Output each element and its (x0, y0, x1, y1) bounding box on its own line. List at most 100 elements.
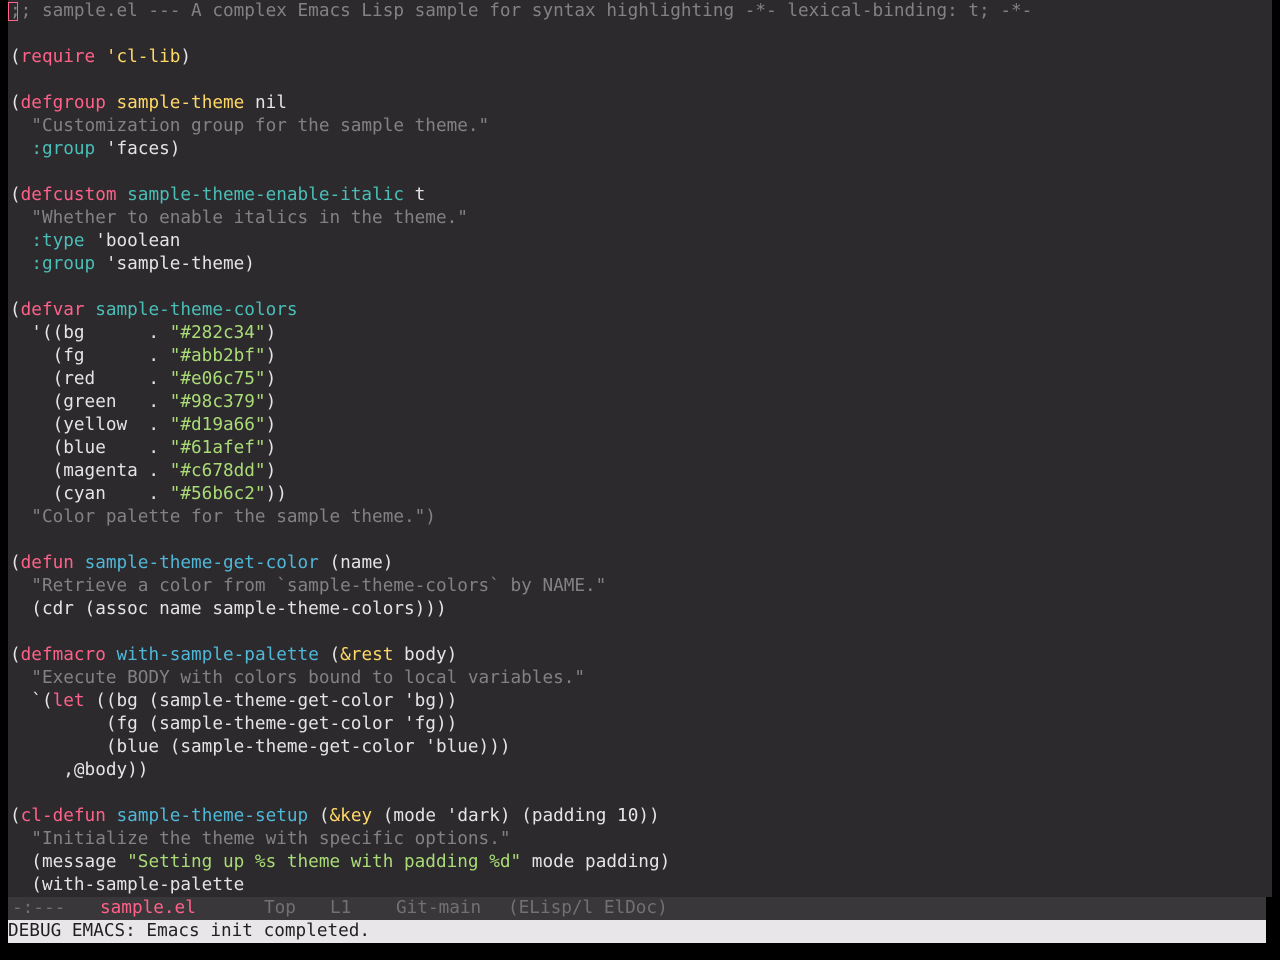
code-token-fg: 'boolean (84, 231, 181, 251)
code-token-keyword: defvar (20, 300, 85, 320)
code-token-fg: ( (10, 645, 21, 665)
code-token-string: "#e06c75" (169, 369, 266, 389)
code-token-fg: ) (180, 47, 192, 67)
right-fringe (1266, 0, 1272, 897)
code-token-fg: ) (265, 346, 277, 366)
code-token-fg: )) (265, 484, 287, 504)
code-line[interactable]: "Initialize the theme with specific opti… (10, 828, 511, 851)
code-line[interactable]: (defgroup sample-theme nil (10, 92, 287, 115)
code-token-fg: 'faces) (95, 139, 181, 159)
code-token-variable: :type (31, 231, 85, 251)
code-line[interactable]: (magenta . "#c678dd") (10, 460, 277, 483)
code-token-fg: (name) (318, 553, 394, 573)
code-line[interactable]: ;; sample.el --- A complex Emacs Lisp sa… (10, 0, 1032, 23)
text-cursor (8, 2, 18, 21)
code-line[interactable]: (defmacro with-sample-palette (&rest bod… (10, 644, 457, 667)
code-line[interactable]: :group 'sample-theme) (10, 253, 255, 276)
code-token-fg: ) (265, 323, 277, 343)
mode-line: -:--- sample.el Top L1 Git-main (ELisp/l… (8, 897, 1266, 920)
code-line[interactable]: (fg (sample-theme-get-color 'fg)) (10, 713, 457, 736)
code-token-fg: ,@body)) (10, 760, 149, 780)
code-token-variable: sample-theme-enable-italic (127, 185, 405, 205)
code-token-keyword: defun (20, 553, 74, 573)
code-token-comment: "Initialize the theme with specific opti… (10, 829, 511, 849)
code-line[interactable]: (cl-defun sample-theme-setup (&key (mode… (10, 805, 660, 828)
code-token-string: "#282c34" (169, 323, 266, 343)
code-token-keyword: defgroup (20, 93, 106, 113)
code-token-function: sample-theme-get-color (84, 553, 319, 573)
code-token-fg: (cyan . (10, 484, 170, 504)
code-token-fg: ( (10, 185, 21, 205)
code-token-fg: ) (265, 415, 277, 435)
code-token-fg: ) (265, 392, 277, 412)
code-line[interactable]: (fg . "#abb2bf") (10, 345, 277, 368)
code-token-fg: ) (265, 461, 277, 481)
code-token-fg (106, 806, 117, 826)
code-token-fg: (with-sample-palette (10, 875, 245, 895)
code-token-fg: ( (318, 645, 341, 665)
code-line[interactable]: (blue (sample-theme-get-color 'blue))) (10, 736, 511, 759)
modeline-buffer-name[interactable]: sample.el (100, 897, 196, 920)
code-line[interactable]: (defcustom sample-theme-enable-italic t (10, 184, 425, 207)
code-token-fg: `( (10, 691, 53, 711)
code-line[interactable]: (cdr (assoc name sample-theme-colors))) (10, 598, 446, 621)
modeline-major-mode[interactable]: (ELisp/l ElDoc) (508, 897, 668, 920)
code-token-fg: (yellow . (10, 415, 170, 435)
code-token-fg: ( (10, 47, 21, 67)
code-line[interactable]: (green . "#98c379") (10, 391, 277, 414)
code-token-keyword: cl-defun (20, 806, 106, 826)
emacs-frame: ;; sample.el --- A complex Emacs Lisp sa… (0, 0, 1280, 960)
code-token-constant: &rest (340, 645, 394, 665)
code-token-fg (10, 231, 31, 251)
modeline-line-number: L1 (330, 898, 352, 918)
code-token-constant: &key (329, 806, 373, 826)
code-line[interactable]: (cyan . "#56b6c2")) (10, 483, 287, 506)
code-line[interactable]: (require 'cl-lib) (10, 46, 191, 69)
code-line[interactable]: '((bg . "#282c34") (10, 322, 276, 345)
code-token-fg: ( (10, 300, 21, 320)
code-token-string: "#61afef" (169, 438, 266, 458)
code-token-fg: nil (244, 93, 287, 113)
code-line[interactable]: (message "Setting up %s theme with paddi… (10, 851, 670, 874)
code-token-keyword: defcustom (20, 185, 117, 205)
code-token-fg: (red . (10, 369, 170, 389)
code-line[interactable]: (yellow . "#d19a66") (10, 414, 277, 437)
code-token-fg: (green . (10, 392, 170, 412)
code-line[interactable]: `(let ((bg (sample-theme-get-color 'bg)) (10, 690, 457, 713)
code-token-comment: "Execute BODY with colors bound to local… (10, 668, 586, 688)
code-token-fg: ) (265, 438, 277, 458)
code-token-fg (10, 139, 31, 159)
code-token-fg: (blue (sample-theme-get-color 'blue))) (10, 737, 511, 757)
code-line[interactable]: (red . "#e06c75") (10, 368, 277, 391)
code-line[interactable]: (defun sample-theme-get-color (name) (10, 552, 393, 575)
code-token-string: "#c678dd" (169, 461, 266, 481)
code-token-fg: t (404, 185, 426, 205)
code-line[interactable]: (with-sample-palette (10, 874, 244, 897)
code-line[interactable]: "Color palette for the sample theme.") (10, 506, 436, 529)
code-token-fg (10, 254, 31, 274)
code-line[interactable]: "Whether to enable italics in the theme.… (10, 207, 468, 230)
code-line[interactable]: :group 'faces) (10, 138, 180, 161)
code-token-fg: ( (308, 806, 330, 826)
echo-area: DEBUG EMACS: Emacs init completed. (8, 920, 1266, 943)
code-token-string: "#abb2bf" (169, 346, 266, 366)
code-token-keyword: let (52, 691, 85, 711)
code-token-fg: '((bg . (10, 323, 170, 343)
code-token-comment: "Color palette for the sample theme.") (10, 507, 436, 527)
modeline-vc-branch[interactable]: Git-main (396, 897, 481, 920)
code-token-fg (117, 185, 128, 205)
code-token-fg (85, 300, 96, 320)
code-line[interactable]: "Customization group for the sample them… (10, 115, 489, 138)
code-token-fg: ) (265, 369, 277, 389)
code-line[interactable]: :type 'boolean (10, 230, 180, 253)
code-line[interactable]: (defvar sample-theme-colors (10, 299, 298, 322)
code-line[interactable]: "Execute BODY with colors bound to local… (10, 667, 585, 690)
editor-buffer[interactable]: ;; sample.el --- A complex Emacs Lisp sa… (8, 0, 1266, 897)
code-line[interactable]: ,@body)) (10, 759, 148, 782)
code-token-keyword: defmacro (20, 645, 106, 665)
code-line[interactable]: "Retrieve a color from `sample-theme-col… (10, 575, 606, 598)
code-token-comment: "Whether to enable italics in the theme.… (10, 208, 468, 228)
code-token-comment: "Retrieve a color from `sample-theme-col… (10, 576, 607, 596)
code-token-string: "Setting up %s theme with padding %d" (127, 852, 522, 872)
code-line[interactable]: (blue . "#61afef") (10, 437, 277, 460)
